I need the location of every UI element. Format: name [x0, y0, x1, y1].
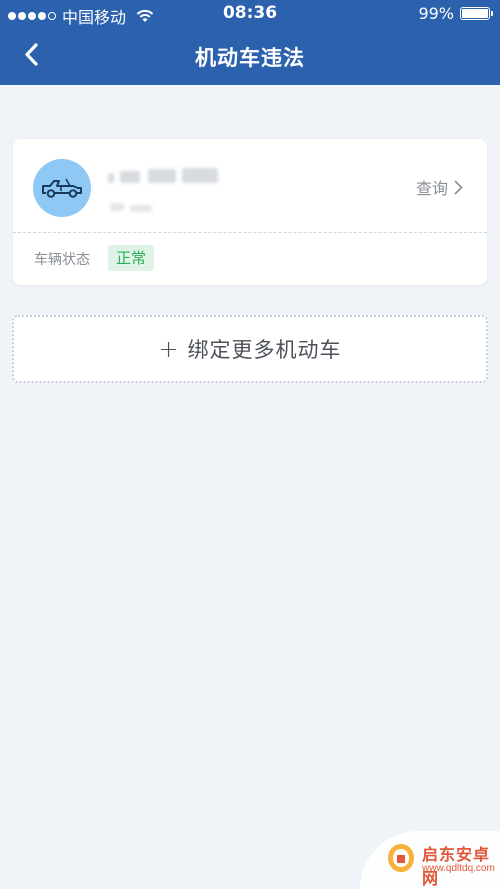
card-divider	[13, 232, 487, 233]
query-label: 查询	[415, 179, 448, 198]
battery-icon	[460, 7, 493, 20]
chevron-right-icon	[454, 180, 463, 194]
page-title: 机动车违法	[195, 46, 305, 70]
status-right: 99%	[418, 4, 493, 23]
car-avatar	[33, 159, 91, 217]
bind-more-label: 绑定更多机动车	[187, 338, 342, 362]
status-bar: 中国移动 08:36 99%	[0, 0, 500, 28]
vehicle-info-redacted	[108, 203, 158, 213]
vehicle-status-badge: 正常	[108, 245, 155, 271]
battery-percent: 99%	[418, 4, 454, 23]
vehicle-status-label: 车辆状态	[34, 252, 90, 268]
query-link[interactable]: 查询	[416, 175, 463, 199]
app-header: 中国移动 08:36 99% 机动车违法	[0, 0, 500, 85]
watermark: 启东安卓网 www.qdltdq.com	[360, 831, 500, 889]
nav-bar: 机动车违法	[0, 28, 500, 85]
bind-more-vehicles-button[interactable]: + 绑定更多机动车	[12, 315, 488, 383]
watermark-url: www.qdltdq.com	[422, 863, 495, 874]
vehicle-card[interactable]: 查询 车辆状态 正常	[13, 139, 487, 285]
car-icon	[42, 178, 82, 198]
plate-number-redacted	[108, 167, 220, 185]
watermark-logo-icon	[388, 844, 414, 872]
plus-icon: +	[158, 335, 180, 363]
